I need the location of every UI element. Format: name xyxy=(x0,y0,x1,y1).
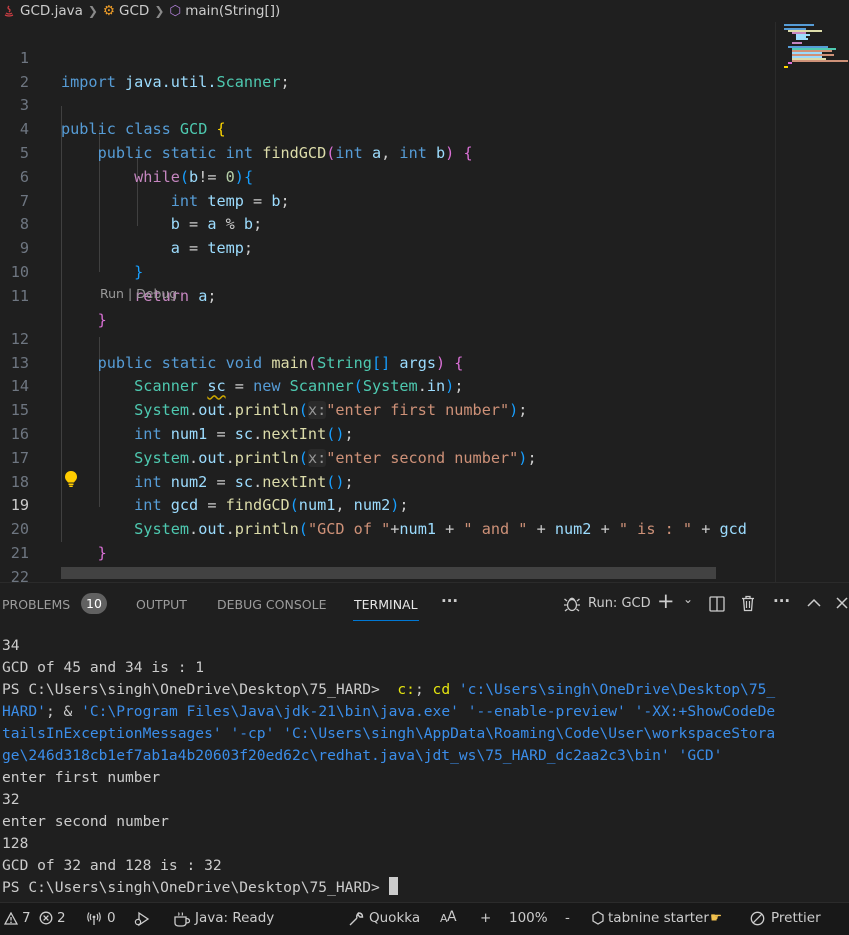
tabnine-icon xyxy=(592,911,604,925)
terminal-line: HARD'; & 'C:\Program Files\Java\jdk-21\b… xyxy=(2,703,776,720)
code-line: 21 xyxy=(0,518,780,562)
bottom-panel: PROBLEMS 10 OUTPUT DEBUG CONSOLE TERMINA… xyxy=(0,582,849,903)
bug-icon xyxy=(564,597,580,612)
ports-broadcast-icon[interactable] xyxy=(86,911,102,926)
minimap-line xyxy=(792,60,848,62)
code-line: 4 public static int findGCD(int a, int b… xyxy=(0,94,780,162)
breadcrumb-file[interactable]: GCD.java xyxy=(20,3,83,19)
run-gcd-terminal[interactable]: Run: GCD xyxy=(588,596,651,611)
pointing-hand-icon: ☛ xyxy=(710,910,723,926)
terminal-line: 32 xyxy=(2,791,20,808)
tab-debug-console[interactable]: DEBUG CONSOLE xyxy=(217,597,326,612)
tabnine-status[interactable]: tabnine starter xyxy=(608,910,709,926)
code-line: 13 Scanner sc = new Scanner(System.in); xyxy=(0,328,780,396)
code-line: 16 System.out.println(x:"enter second nu… xyxy=(0,399,780,467)
run-debug-icon[interactable] xyxy=(134,911,152,927)
problems-count-badge: 10 xyxy=(81,593,107,614)
close-icon[interactable] xyxy=(835,596,849,610)
code-line: 12 public static void main(String[] args… xyxy=(0,304,780,372)
active-tab-indicator xyxy=(353,620,419,621)
breadcrumb-method[interactable]: main(String[]) xyxy=(185,3,280,19)
class-icon: ⚙ xyxy=(102,3,116,19)
code-line: 1 import java.util.Scanner; xyxy=(0,23,780,91)
warnings-count[interactable]: 7 xyxy=(22,910,31,926)
terminal-line: ge\246d318cb1ef7ab1a4b20603f20ed62c\redh… xyxy=(2,747,723,764)
code-editor[interactable]: 1 import java.util.Scanner; 2 3 public c… xyxy=(0,22,849,582)
code-line: 11 } xyxy=(0,261,780,329)
method-icon: ⬡ xyxy=(169,3,182,19)
minimap[interactable] xyxy=(775,22,849,582)
terminal-line: tailsInExceptionMessages' '-cp' 'C:\User… xyxy=(2,725,776,742)
trash-icon[interactable] xyxy=(740,595,756,612)
lightbulb-icon[interactable] xyxy=(64,470,78,488)
new-terminal-button[interactable]: + xyxy=(657,589,675,613)
prettier-disabled-icon xyxy=(750,911,765,926)
ports-count[interactable]: 0 xyxy=(107,910,116,926)
code-line: 7 b = a % b; xyxy=(0,166,780,234)
code-line: 22 } xyxy=(0,542,780,582)
font-size-icon[interactable]: A xyxy=(447,909,457,925)
minimap-line xyxy=(784,66,788,68)
java-status[interactable]: Java: Ready xyxy=(195,910,274,926)
horizontal-scrollbar[interactable] xyxy=(61,567,716,579)
tab-output[interactable]: OUTPUT xyxy=(136,597,187,612)
coffee-cup-icon xyxy=(174,912,191,927)
java-file-icon xyxy=(4,5,14,17)
panel-tabs: PROBLEMS 10 OUTPUT DEBUG CONSOLE TERMINA… xyxy=(0,583,849,623)
code-line: 6 int temp = b; xyxy=(0,142,780,210)
zoom-out-button[interactable]: - xyxy=(565,910,570,926)
code-line: 3 public class GCD { xyxy=(0,71,780,138)
code-line: 15 int num1 = sc.nextInt(); xyxy=(0,375,780,443)
terminal-line: GCD of 32 and 128 is : 32 xyxy=(2,857,222,874)
zoom-level[interactable]: 100% xyxy=(509,910,548,926)
warning-icon[interactable] xyxy=(4,912,18,925)
error-icon[interactable] xyxy=(39,911,53,925)
zoom-in-button[interactable]: + xyxy=(480,910,491,926)
terminal-line: PS C:\Users\singh\OneDrive\Desktop\75_HA… xyxy=(2,877,847,899)
tab-terminal[interactable]: TERMINAL xyxy=(354,597,418,612)
code-line: 5 while(b!= 0){ xyxy=(0,118,780,186)
quokka-wrench-icon xyxy=(349,912,364,926)
terminal-line: GCD of 45 and 34 is : 1 xyxy=(2,659,205,676)
status-bar: 7 2 0 Java: Ready Quokka A A + 100% - ta… xyxy=(0,902,849,935)
errors-count[interactable]: 2 xyxy=(57,910,66,926)
terminal-line: PS C:\Users\singh\OneDrive\Desktop\75_HA… xyxy=(2,681,776,698)
minimap-line xyxy=(788,62,792,64)
terminal-cursor xyxy=(388,877,398,895)
terminal-line: 34 xyxy=(2,637,20,654)
breadcrumb-class[interactable]: GCD xyxy=(119,3,149,19)
terminal-line: enter second number xyxy=(2,813,169,830)
breadcrumb: GCD.java ❯ ⚙ GCD ❯ ⬡ main(String[]) xyxy=(0,0,849,22)
code-line: 19 System.out.println("GCD of "+num1 + "… xyxy=(0,471,780,538)
minimap-line xyxy=(792,42,802,44)
more-actions-icon[interactable]: ··· xyxy=(773,592,790,610)
chevron-right-icon: ❯ xyxy=(87,4,98,18)
code-line: 9 } xyxy=(0,213,780,281)
code-line: 17 int num2 = sc.nextInt(); xyxy=(0,423,780,491)
chevron-up-icon[interactable] xyxy=(806,597,822,609)
terminal-line: enter first number xyxy=(2,769,161,786)
code-line: 20 } xyxy=(0,494,780,562)
code-line: 18 int gcd = findGCD(num1, num2); xyxy=(0,447,780,515)
code-line: 10 return a; xyxy=(0,237,780,305)
tab-problems[interactable]: PROBLEMS xyxy=(2,597,70,612)
code-line: 8 a = temp; xyxy=(0,190,780,257)
terminal-output[interactable]: 34 GCD of 45 and 34 is : 1 PS C:\Users\sin… xyxy=(2,635,847,899)
minimap-line xyxy=(784,24,814,26)
code-line: 2 xyxy=(0,47,780,91)
codelens-run-debug[interactable]: Run | Debug xyxy=(100,286,177,301)
more-actions-icon[interactable]: ··· xyxy=(441,592,458,610)
split-terminal-icon[interactable] xyxy=(709,596,725,612)
chevron-down-icon[interactable]: ⌄ xyxy=(683,592,693,606)
code-line: 14 System.out.println(x:"enter first num… xyxy=(0,352,780,420)
prettier-status[interactable]: Prettier xyxy=(771,910,821,926)
minimap-line xyxy=(796,38,808,40)
terminal-line: 128 xyxy=(2,835,29,852)
quokka-status[interactable]: Quokka xyxy=(369,910,420,926)
chevron-right-icon: ❯ xyxy=(154,4,165,18)
